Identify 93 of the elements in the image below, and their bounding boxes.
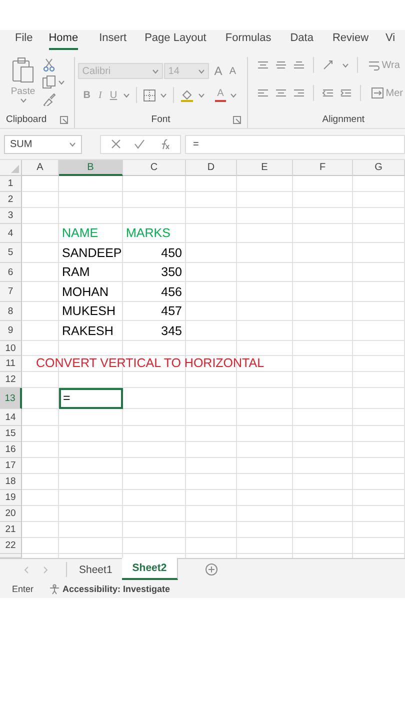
row-header[interactable]: 10 — [0, 341, 22, 356]
status-mode: Enter — [12, 584, 34, 594]
increase-indent-icon[interactable] — [340, 87, 352, 99]
formula-field[interactable]: = — [185, 134, 405, 154]
fill-color-icon[interactable] — [180, 88, 194, 102]
row-header[interactable]: 18 — [0, 474, 22, 490]
cell: SANDEEP — [59, 243, 123, 263]
row-header[interactable]: 22 — [0, 538, 22, 554]
align-top-icon[interactable] — [256, 59, 269, 71]
cell-text: CONVERT VERTICAL TO HORIZONTAL — [35, 356, 266, 372]
borders-icon[interactable] — [143, 88, 156, 102]
row-header[interactable]: 13 — [0, 388, 22, 409]
wrap-icon — [368, 59, 380, 71]
cell: NAME — [59, 224, 123, 243]
sheet-tab[interactable]: Sheet2 — [122, 558, 178, 580]
caret-icon — [230, 92, 237, 98]
row-header[interactable]: 17 — [0, 458, 22, 474]
ribbon-tab[interactable]: Home — [48, 31, 78, 50]
column-header[interactable]: G — [353, 160, 405, 176]
row-header[interactable]: 11 — [0, 356, 22, 372]
row-header[interactable]: 9 — [0, 321, 22, 341]
ribbon-tab[interactable]: Formulas — [225, 31, 272, 50]
group-label: Clipboard — [6, 114, 47, 125]
ribbon-tab[interactable]: Vi — [386, 31, 396, 50]
group-label: Alignment — [322, 114, 364, 125]
caret-icon[interactable] — [69, 142, 76, 146]
cell: RAKESH — [59, 321, 123, 341]
column-header[interactable]: C — [123, 160, 186, 176]
align-bottom-icon[interactable] — [292, 59, 305, 71]
cell: 350 — [123, 263, 186, 282]
caret-icon — [160, 92, 168, 98]
caret-icon — [58, 80, 65, 84]
cell: MUKESH — [59, 302, 123, 321]
column-header[interactable]: E — [237, 160, 293, 176]
align-right-icon[interactable] — [292, 87, 305, 99]
caret-icon — [20, 98, 26, 103]
cell: MARKS — [123, 224, 186, 243]
row-header[interactable]: 7 — [0, 282, 22, 302]
copy-icon[interactable] — [42, 75, 56, 89]
row-header[interactable]: 3 — [0, 208, 22, 224]
accessibility-status[interactable]: Accessibility: Investigate — [48, 584, 170, 594]
row-header[interactable]: 15 — [0, 426, 22, 442]
ribbon-tab[interactable]: Page Layout — [144, 31, 206, 50]
ribbon-tab[interactable]: Insert — [99, 31, 127, 50]
previous-sheet-icon[interactable] — [24, 566, 29, 574]
enter-icon[interactable] — [134, 139, 145, 149]
caret-icon — [198, 92, 206, 98]
name-box[interactable]: SUM — [4, 134, 82, 154]
cell: MOHAN — [59, 282, 123, 302]
column-header[interactable]: F — [293, 160, 353, 176]
column-header[interactable]: B — [59, 160, 123, 176]
align-middle-icon[interactable] — [274, 59, 287, 71]
ribbon-tab[interactable]: Review — [332, 31, 369, 50]
cell: 457 — [123, 302, 186, 321]
row-header[interactable]: 1 — [0, 176, 22, 192]
cell: 345 — [123, 321, 186, 341]
row-header[interactable]: 21 — [0, 522, 22, 538]
cancel-icon[interactable] — [111, 139, 121, 149]
align-center-icon[interactable] — [274, 87, 287, 99]
ribbon-tab[interactable]: File — [15, 31, 33, 50]
column-header[interactable]: D — [186, 160, 237, 176]
row-header[interactable]: 19 — [0, 490, 22, 506]
group-label: Font — [151, 114, 170, 125]
scissors-icon[interactable] — [42, 58, 56, 72]
row-header[interactable]: 5 — [0, 243, 22, 263]
cell: RAM — [59, 263, 123, 282]
next-sheet-icon[interactable] — [43, 566, 48, 574]
active-cell[interactable]: = — [59, 388, 123, 409]
row-header[interactable]: 16 — [0, 442, 22, 458]
row-header[interactable]: 2 — [0, 192, 22, 208]
caret-icon — [152, 68, 160, 74]
add-sheet-icon[interactable] — [204, 563, 218, 576]
decrease-indent-icon[interactable] — [322, 87, 334, 99]
format-painter-icon[interactable] — [42, 92, 56, 106]
column-header[interactable]: A — [22, 160, 59, 176]
cell: 450 — [123, 243, 186, 263]
accessibility-icon — [48, 584, 60, 594]
caret-icon — [123, 92, 130, 98]
row-header[interactable]: 8 — [0, 302, 22, 321]
clipboard-icon — [10, 57, 36, 85]
row-header[interactable]: 6 — [0, 263, 22, 282]
row-header[interactable]: 12 — [0, 372, 22, 388]
row-header[interactable]: 14 — [0, 409, 22, 426]
dialog-launcher-icon[interactable] — [232, 116, 241, 124]
ribbon-tab[interactable]: Data — [290, 31, 314, 50]
dialog-launcher-icon[interactable] — [60, 116, 68, 124]
align-left-icon[interactable] — [256, 87, 269, 99]
caret-icon — [198, 68, 206, 74]
row-header[interactable]: 20 — [0, 506, 22, 522]
cell: 456 — [123, 282, 186, 302]
row-header[interactable]: 4 — [0, 224, 22, 243]
merge-icon — [370, 87, 384, 99]
caret-icon — [342, 62, 349, 68]
